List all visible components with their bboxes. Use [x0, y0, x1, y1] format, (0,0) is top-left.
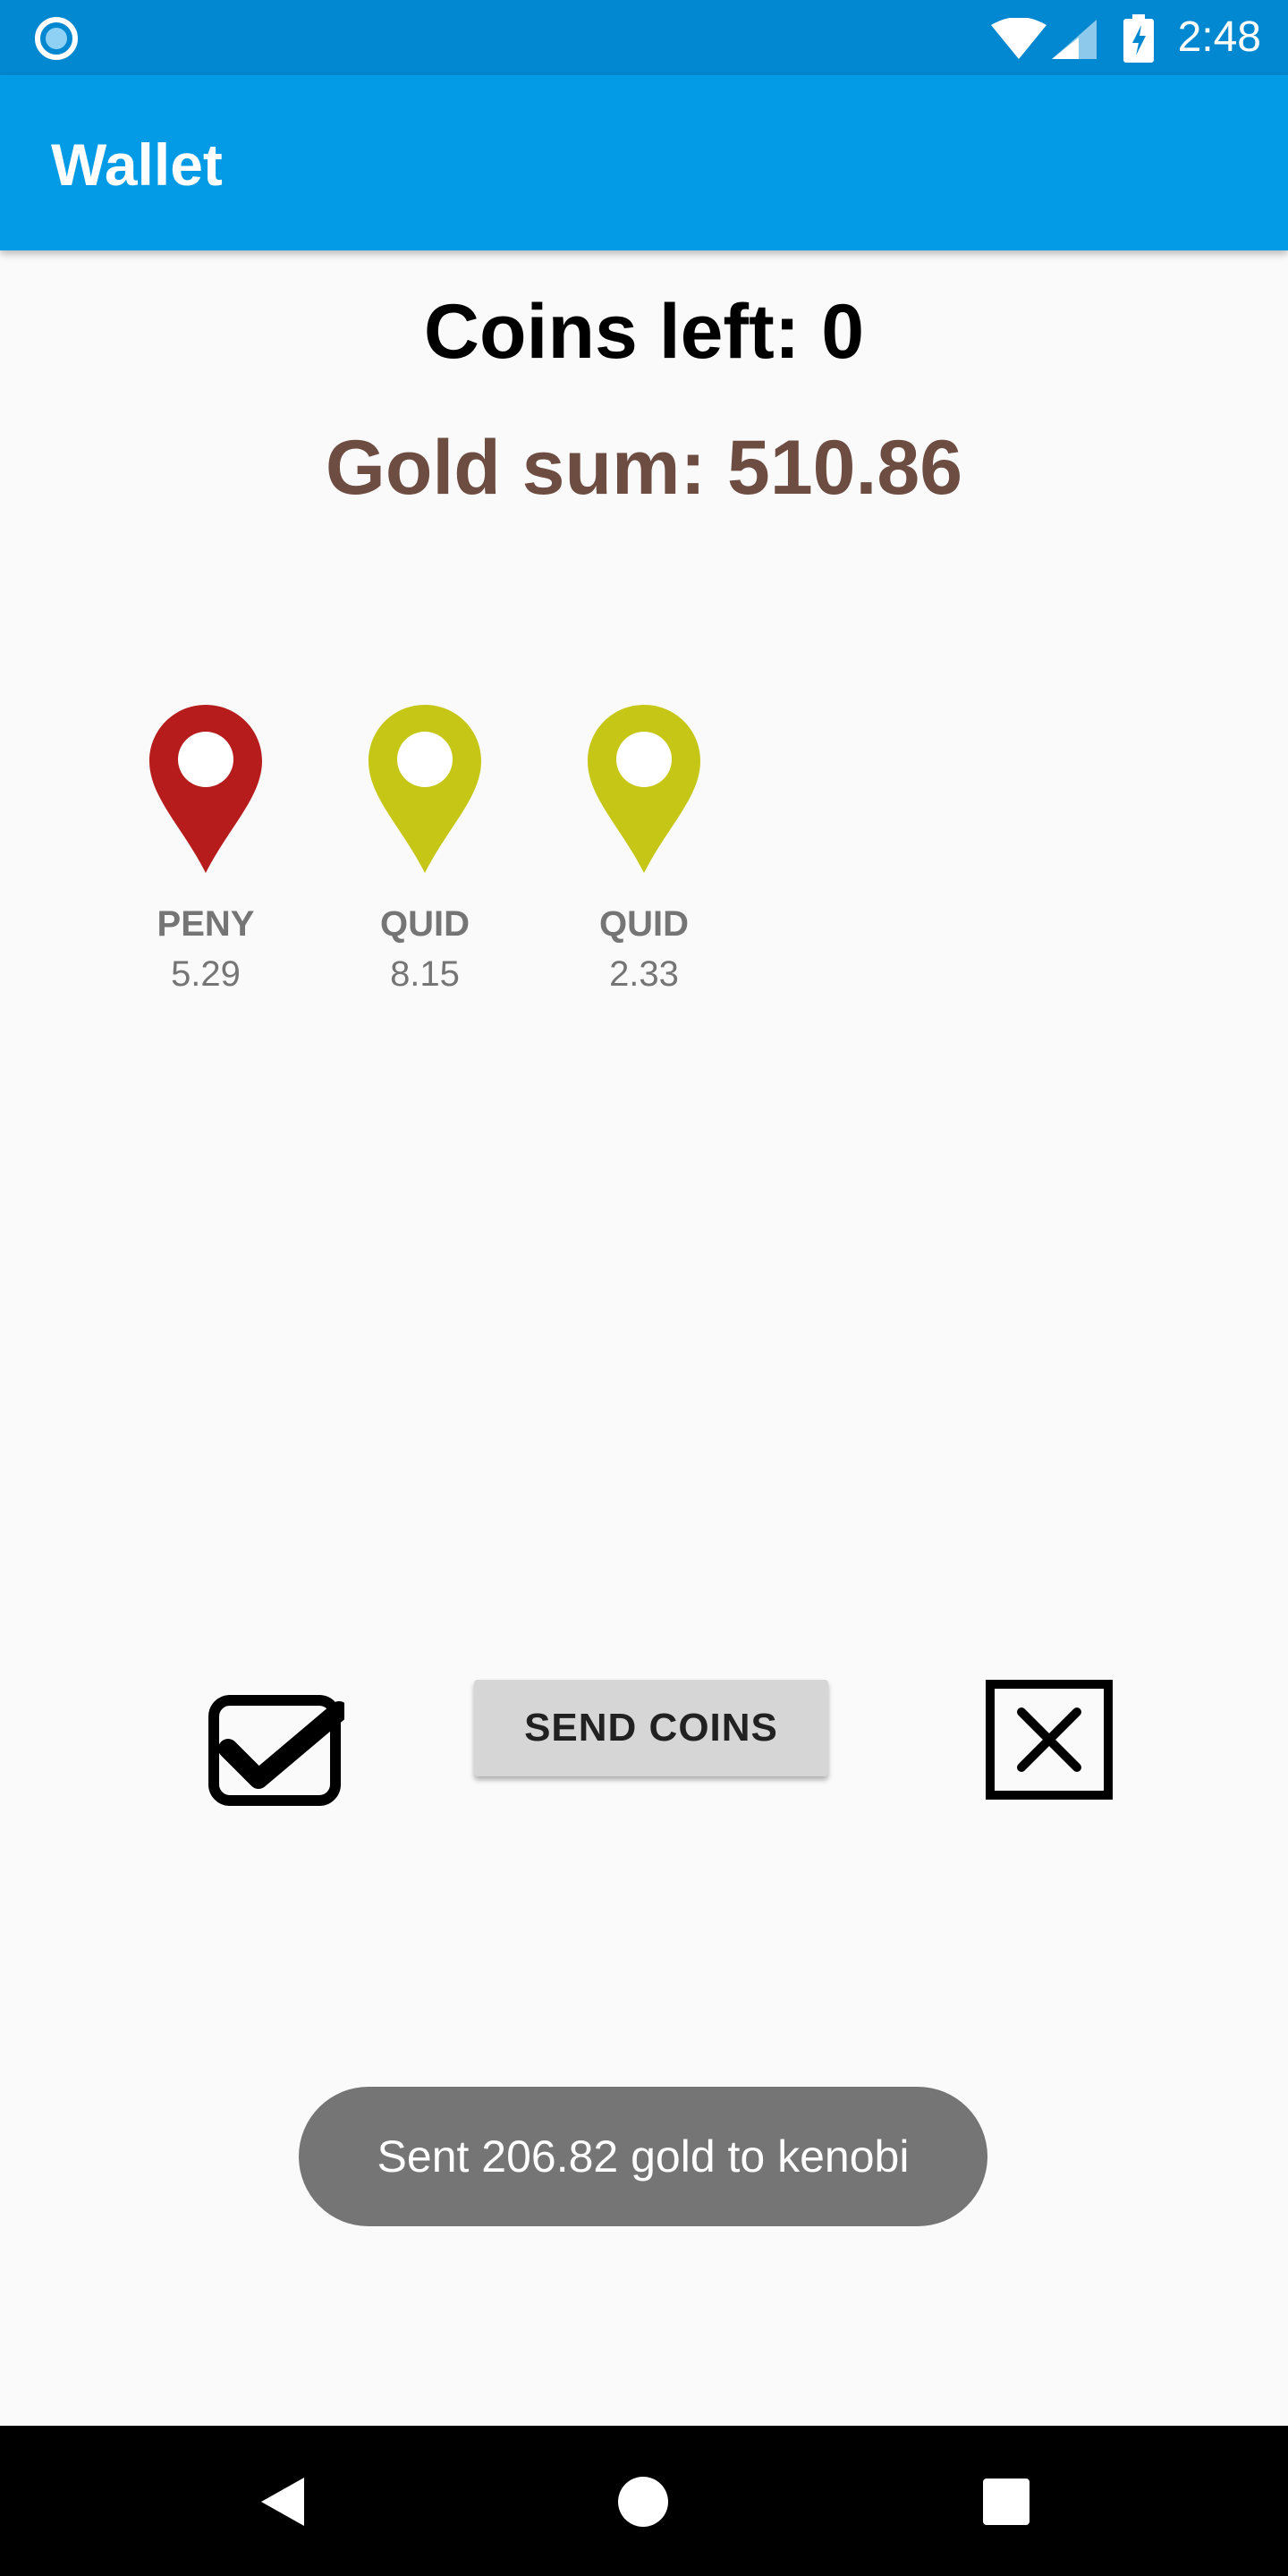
- wifi-icon: [991, 18, 1046, 59]
- app-title: Wallet: [51, 131, 223, 198]
- coin-value: 5.29: [171, 954, 241, 994]
- coin-value: 8.15: [390, 954, 460, 994]
- map-pin-icon: [369, 705, 481, 873]
- pin-shape: [369, 705, 481, 873]
- navigation-bar: [0, 2426, 1288, 2576]
- coin-currency: PENY: [157, 904, 255, 944]
- coin-value: 2.33: [609, 954, 679, 994]
- status-bar: 2:48: [0, 0, 1288, 75]
- map-pin-icon: [588, 705, 700, 873]
- pin-shape: [588, 705, 700, 873]
- coins-left-label: Coins left: 0: [423, 289, 865, 375]
- coin-currency: QUID: [599, 904, 689, 944]
- gold-sum-label: Gold sum: 510.86: [325, 425, 963, 511]
- close-box-icon[interactable]: [986, 1680, 1113, 1800]
- home-icon[interactable]: [617, 2476, 669, 2528]
- coin-item[interactable]: PENY 5.29: [116, 703, 295, 998]
- map-pin-icon: [149, 705, 262, 873]
- coin-item[interactable]: QUID 8.15: [335, 703, 514, 998]
- status-time: 2:48: [1177, 13, 1261, 61]
- checkbox-checked-icon[interactable]: [208, 1695, 344, 1806]
- pin-shape: [149, 705, 262, 873]
- battery-charging-icon: [1123, 14, 1154, 63]
- signal-icon: [1052, 20, 1097, 59]
- recents-icon[interactable]: [982, 2478, 1030, 2526]
- send-coins-button[interactable]: SEND COINS: [474, 1680, 828, 1776]
- back-icon[interactable]: [258, 2476, 308, 2528]
- coin-currency: QUID: [380, 904, 470, 944]
- coin-item[interactable]: QUID 2.33: [555, 703, 733, 998]
- toast-message: Sent 206.82 gold to kenobi: [299, 2087, 987, 2226]
- app-bar: Wallet: [0, 75, 1288, 250]
- app-notification-icon: [35, 17, 78, 60]
